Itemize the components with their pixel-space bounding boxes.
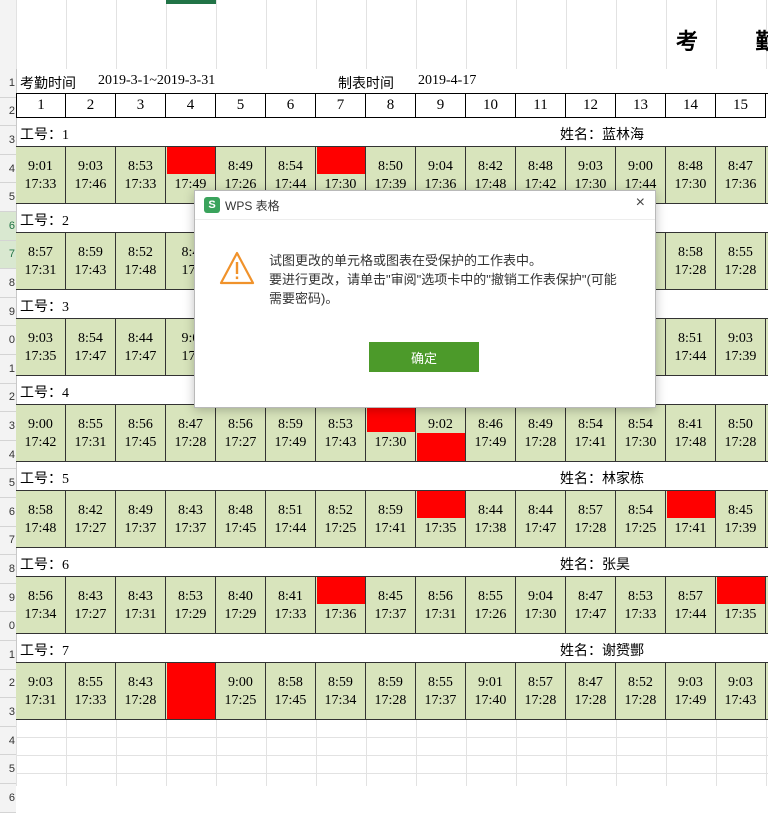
row-header[interactable]: 6 xyxy=(0,784,16,813)
modal-overlay: S WPS 表格 × 试图更改的单元格或图表在受保护的工作表中。 要进行更改，请… xyxy=(0,0,768,786)
dialog-message: 试图更改的单元格或图表在受保护的工作表中。 要进行更改，请单击"审阅"选项卡中的… xyxy=(269,251,629,308)
dialog-message-line1: 试图更改的单元格或图表在受保护的工作表中。 xyxy=(269,253,543,268)
wps-logo-icon: S xyxy=(204,197,220,213)
warning-triangle-icon xyxy=(219,251,255,285)
dialog-title: WPS 表格 xyxy=(225,199,280,213)
ok-button[interactable]: 确定 xyxy=(369,342,479,372)
dialog-message-line2: 要进行更改，请单击"审阅"选项卡中的"撤销工作表保护"(可能需要密码)。 xyxy=(269,272,617,306)
close-icon[interactable]: × xyxy=(636,194,645,212)
dialog-header: S WPS 表格 × xyxy=(195,191,655,220)
protected-sheet-dialog: S WPS 表格 × 试图更改的单元格或图表在受保护的工作表中。 要进行更改，请… xyxy=(194,190,656,408)
